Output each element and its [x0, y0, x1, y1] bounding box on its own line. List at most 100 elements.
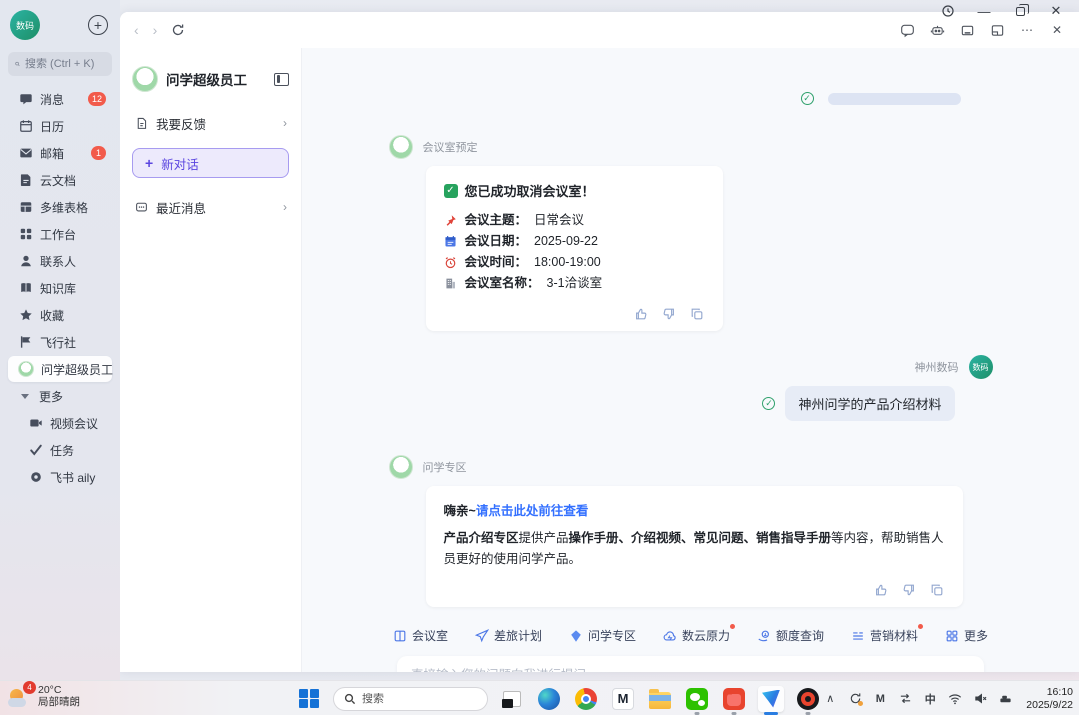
- more-icon[interactable]: ⋯: [1019, 22, 1035, 38]
- recorder-app[interactable]: [795, 686, 821, 712]
- start-button[interactable]: [296, 686, 322, 712]
- meeting-field-date: 会议日期： 2025-09-22: [444, 231, 705, 252]
- feishu-icon: [760, 688, 782, 710]
- task-view-button[interactable]: [499, 686, 525, 712]
- taskbar-search[interactable]: [333, 687, 488, 711]
- thumbs-down-icon[interactable]: [902, 582, 917, 597]
- back-icon[interactable]: ‹: [134, 22, 139, 38]
- restore-button[interactable]: [1005, 1, 1035, 21]
- sync-icon[interactable]: [847, 691, 863, 707]
- refresh-icon[interactable]: [171, 23, 185, 37]
- file-explorer-app[interactable]: [647, 686, 673, 712]
- quick-travel-plan[interactable]: 差旅计划: [475, 627, 542, 644]
- taskbar-clock[interactable]: 16:10 2025/9/22: [1026, 686, 1073, 712]
- sidebar-search[interactable]: [8, 52, 112, 76]
- cloud-doc-icon: [18, 173, 33, 188]
- weather-widget[interactable]: 4 20°C 局部晴朗: [8, 684, 80, 708]
- wifi-icon[interactable]: [947, 691, 963, 707]
- sidebar-item-label: 联系人: [40, 253, 76, 270]
- greeting-text: 嗨亲~: [444, 504, 476, 518]
- bot-avatar[interactable]: [389, 455, 413, 479]
- sidebar-item-base[interactable]: 多维表格: [8, 194, 112, 220]
- robot-icon[interactable]: [929, 22, 945, 38]
- thumbs-up-icon[interactable]: [634, 306, 649, 321]
- sidebar-item-label: 工作台: [40, 226, 76, 243]
- bot-avatar[interactable]: [389, 135, 413, 159]
- field-label: 会议室名称：: [465, 273, 540, 294]
- minimize-button[interactable]: —: [969, 1, 999, 21]
- user-avatar[interactable]: 数码: [10, 10, 40, 40]
- feedback-item[interactable]: 我要反馈 ›: [132, 108, 289, 138]
- field-label: 会议日期：: [465, 231, 528, 252]
- windows-logo-icon: [299, 689, 319, 709]
- quick-shuyun-power[interactable]: 数云原力: [663, 627, 730, 644]
- sidebar-item-messages[interactable]: 消息 12: [8, 86, 112, 112]
- star-icon: [18, 308, 33, 323]
- sidebar-item-tasks[interactable]: 任务: [18, 437, 112, 463]
- notification-dot: [730, 624, 735, 629]
- sidebar-item-calendar[interactable]: 日历: [8, 113, 112, 139]
- chrome-icon: [575, 688, 597, 710]
- sidebar-item-wenxue-agent[interactable]: 问学超级员工: [8, 356, 112, 382]
- sidebar-item-video-meeting[interactable]: 视频会议: [18, 410, 112, 436]
- recent-messages-item[interactable]: 最近消息 ›: [132, 192, 289, 222]
- taskbar-search-input[interactable]: [362, 693, 462, 705]
- restore-icon: [1016, 7, 1025, 16]
- sidebar-search-input[interactable]: [25, 58, 105, 70]
- sidebar-item-workbench[interactable]: 工作台: [8, 221, 112, 247]
- quick-marketing-materials[interactable]: 营销材料: [851, 627, 918, 644]
- sidebar-item-flight-club[interactable]: 飞行社: [8, 329, 112, 355]
- quick-quota-query[interactable]: 额度查询: [757, 627, 824, 644]
- tray-expand-icon[interactable]: ∧: [822, 691, 838, 707]
- copy-icon[interactable]: [690, 306, 705, 321]
- sidebar-item-aily[interactable]: 飞书 aily: [18, 464, 112, 490]
- quick-wenxue-zone[interactable]: 问学专区: [569, 627, 636, 644]
- panel-toggle-icon[interactable]: [274, 73, 289, 86]
- message-input[interactable]: [411, 668, 970, 672]
- m-app[interactable]: M: [610, 686, 636, 712]
- user-message-bubble[interactable]: 神州问学的产品介绍材料: [785, 386, 954, 421]
- user-avatar[interactable]: 数码: [969, 355, 993, 379]
- sidebar-item-wiki[interactable]: 知识库: [8, 275, 112, 301]
- red-app[interactable]: [721, 686, 747, 712]
- sidebar-item-more[interactable]: 更多: [8, 383, 112, 409]
- volume-muted-icon[interactable]: [972, 691, 988, 707]
- device-icon[interactable]: [997, 691, 1013, 707]
- layout-icon[interactable]: [989, 22, 1005, 38]
- chrome-app[interactable]: [573, 686, 599, 712]
- edge-app[interactable]: [536, 686, 562, 712]
- chevron-right-icon: ›: [283, 200, 287, 214]
- composer: 内部查询 ⁄ ↑: [397, 656, 984, 672]
- forward-icon[interactable]: ›: [153, 22, 158, 38]
- sidebar-item-favorites[interactable]: 收藏: [8, 302, 112, 328]
- ime-indicator[interactable]: 中: [922, 691, 938, 707]
- quick-more[interactable]: 更多: [945, 627, 988, 644]
- go-view-link[interactable]: 请点击此处前往查看: [476, 504, 589, 518]
- new-chat-button[interactable]: + 新对话: [132, 148, 289, 178]
- copy-icon[interactable]: [930, 582, 945, 597]
- feishu-app[interactable]: [758, 686, 784, 712]
- close-panel-icon[interactable]: ✕: [1049, 22, 1065, 38]
- network-transfer-icon[interactable]: [897, 691, 913, 707]
- cloud-icon: [663, 629, 677, 643]
- chat-scroll-area[interactable]: ✓ 会议室预定 ✓ 您已成功: [302, 48, 1079, 619]
- add-button[interactable]: +: [88, 15, 108, 35]
- left-sidebar: 数码 + 消息 12 日历 邮箱 1 云文档 多维表格: [0, 0, 120, 680]
- thumbs-down-icon[interactable]: [662, 306, 677, 321]
- message-bubble-icon[interactable]: [899, 22, 915, 38]
- sidebar-item-mail[interactable]: 邮箱 1: [8, 140, 112, 166]
- quick-label: 数云原力: [682, 627, 730, 644]
- unread-badge: 12: [88, 92, 106, 106]
- history-icon[interactable]: [933, 1, 963, 21]
- tray-m-icon[interactable]: M: [872, 691, 888, 707]
- check-icon: [28, 443, 43, 458]
- chat-main: ✓ 会议室预定 ✓ 您已成功: [302, 48, 1079, 672]
- thumbs-up-icon[interactable]: [874, 582, 889, 597]
- quick-label: 额度查询: [776, 627, 824, 644]
- close-button[interactable]: ✕: [1041, 1, 1071, 21]
- wechat-app[interactable]: [684, 686, 710, 712]
- sidebar-item-contacts[interactable]: 联系人: [8, 248, 112, 274]
- sidebar-item-docs[interactable]: 云文档: [8, 167, 112, 193]
- window-icon[interactable]: [959, 22, 975, 38]
- quick-meeting-room[interactable]: 会议室: [393, 627, 448, 644]
